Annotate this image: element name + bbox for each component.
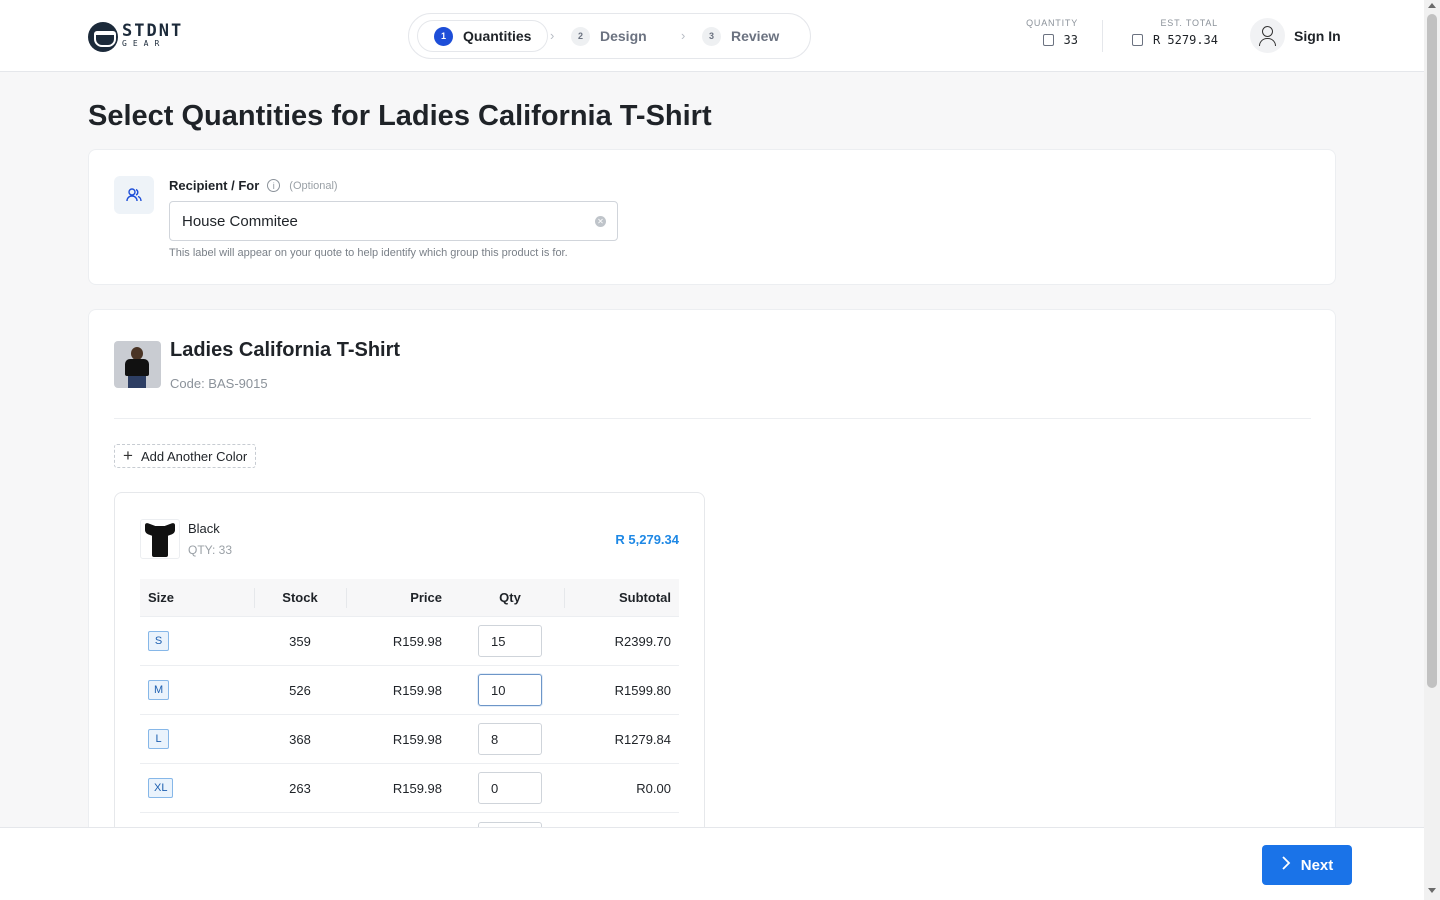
graduation-cap-icon <box>88 22 118 52</box>
table-row: S 359 R159.98 15 R2399.70 <box>140 617 679 666</box>
tshirt-icon <box>145 521 175 557</box>
column-header-stock: Stock <box>254 579 346 616</box>
top-header: STDNT GEAR 1 Quantities › 2 Design › 3 R… <box>0 0 1424 72</box>
price-cell: R159.98 <box>392 633 442 649</box>
recipient-label: Recipient / For <box>169 178 260 193</box>
table-header: Size Stock Price Qty Subtotal <box>140 579 679 617</box>
next-label: Next <box>1300 856 1334 874</box>
progress-stepper: 1 Quantities › 2 Design › 3 Review <box>408 13 811 59</box>
clear-input-icon[interactable]: ✕ <box>595 216 606 227</box>
column-header-price: Price <box>346 579 456 616</box>
stock-cell: 359 <box>289 633 311 649</box>
price-cell: R159.98 <box>392 731 442 747</box>
chevron-right-icon: › <box>550 28 555 43</box>
qty-input[interactable]: 15 <box>478 625 542 657</box>
recipient-input-value: House Commitee <box>182 212 298 230</box>
step-number: 2 <box>571 26 590 46</box>
color-total: R 5,279.34 <box>615 532 679 547</box>
header-est-total: EST. TOTAL R 5279.34 <box>1126 18 1218 47</box>
step-number: 1 <box>434 26 453 46</box>
subtotal-cell: R0.00 <box>636 780 671 796</box>
column-header-subtotal: Subtotal <box>564 579 679 616</box>
plus-icon: + <box>123 446 133 465</box>
product-thumbnail <box>114 341 161 388</box>
est-total-value: R 5279.34 <box>1152 33 1218 47</box>
quantity-value: 33 <box>1063 33 1078 47</box>
info-icon[interactable]: i <box>267 179 281 192</box>
stock-cell: 263 <box>289 780 311 796</box>
sign-in-button[interactable]: Sign In <box>1250 18 1341 53</box>
stock-cell: 368 <box>289 731 311 747</box>
scroll-down-arrow-icon[interactable] <box>1428 888 1436 893</box>
cart-icon <box>1042 34 1054 46</box>
step-design[interactable]: 2 Design <box>571 20 647 52</box>
step-label: Quantities <box>463 28 532 44</box>
table-row: L 368 R159.98 8 R1279.84 <box>140 715 679 764</box>
user-icon <box>1250 18 1285 53</box>
subtotal-cell: R1279.84 <box>614 731 671 747</box>
add-color-label: Add Another Color <box>140 448 248 464</box>
recipient-help-text: This label will appear on your quote to … <box>169 247 568 259</box>
product-card: Ladies California T-Shirt Code: BAS-9015… <box>88 309 1336 854</box>
step-label: Review <box>731 28 780 44</box>
size-badge: S <box>148 631 169 651</box>
qty-input[interactable]: 10 <box>478 674 542 706</box>
logo[interactable]: STDNT GEAR <box>88 20 198 52</box>
step-quantities[interactable]: 1 Quantities <box>417 20 549 52</box>
color-qty: QTY: 33 <box>188 543 233 557</box>
size-badge: M <box>148 680 170 700</box>
page-scrollbar[interactable] <box>1424 0 1440 900</box>
table-row: M 526 R159.98 10 R1599.80 <box>140 666 679 715</box>
qty-input[interactable]: 0 <box>478 772 542 804</box>
step-review[interactable]: 3 Review <box>702 20 779 52</box>
quantity-label: QUANTITY <box>1026 18 1078 28</box>
users-icon <box>114 176 154 214</box>
price-cell: R159.98 <box>392 682 442 698</box>
step-label: Design <box>600 28 647 44</box>
column-header-size: Size <box>148 590 175 605</box>
product-code: Code: BAS-9015 <box>170 376 268 391</box>
subtotal-cell: R2399.70 <box>614 633 671 649</box>
color-name: Black <box>188 521 220 536</box>
qty-input[interactable]: 8 <box>478 723 542 755</box>
scrollbar-thumb[interactable] <box>1427 14 1437 688</box>
logo-brand-text: STDNT <box>122 21 184 41</box>
column-header-qty: Qty <box>499 590 521 605</box>
price-cell: R159.98 <box>392 780 442 796</box>
recipient-card: Recipient / For i (Optional) House Commi… <box>88 149 1336 285</box>
divider <box>1102 20 1103 52</box>
color-swatch-thumbnail <box>140 519 180 559</box>
optional-hint: (Optional) <box>289 179 338 192</box>
add-another-color-button[interactable]: + Add Another Color <box>114 444 257 468</box>
recipient-label-row: Recipient / For i (Optional) <box>169 178 338 193</box>
chevron-right-icon <box>1281 856 1291 874</box>
footer-bar: Next <box>0 827 1424 900</box>
size-table: Size Stock Price Qty Subtotal S 359 R159… <box>140 579 679 862</box>
step-number: 3 <box>702 26 721 46</box>
calculator-icon <box>1131 34 1143 46</box>
stock-cell: 526 <box>289 682 311 698</box>
recipient-input[interactable]: House Commitee ✕ <box>169 201 618 241</box>
size-badge: L <box>148 729 169 749</box>
est-total-label: EST. TOTAL <box>1160 18 1218 28</box>
chevron-right-icon: › <box>681 28 686 43</box>
page-title: Select Quantities for Ladies California … <box>88 100 712 132</box>
product-name: Ladies California T-Shirt <box>170 339 401 361</box>
divider <box>114 418 1311 419</box>
table-row: XL 263 R159.98 0 R0.00 <box>140 764 679 813</box>
subtotal-cell: R1599.80 <box>614 682 671 698</box>
scroll-up-arrow-icon[interactable] <box>1428 3 1436 8</box>
sign-in-label: Sign In <box>1294 27 1341 44</box>
color-group-card: Black QTY: 33 R 5,279.34 Size Stock Pric… <box>114 492 705 854</box>
next-button[interactable]: Next <box>1262 845 1352 885</box>
logo-sub-text: GEAR <box>122 39 166 48</box>
header-quantity: QUANTITY 33 <box>1024 18 1078 47</box>
size-badge: XL <box>148 778 174 798</box>
